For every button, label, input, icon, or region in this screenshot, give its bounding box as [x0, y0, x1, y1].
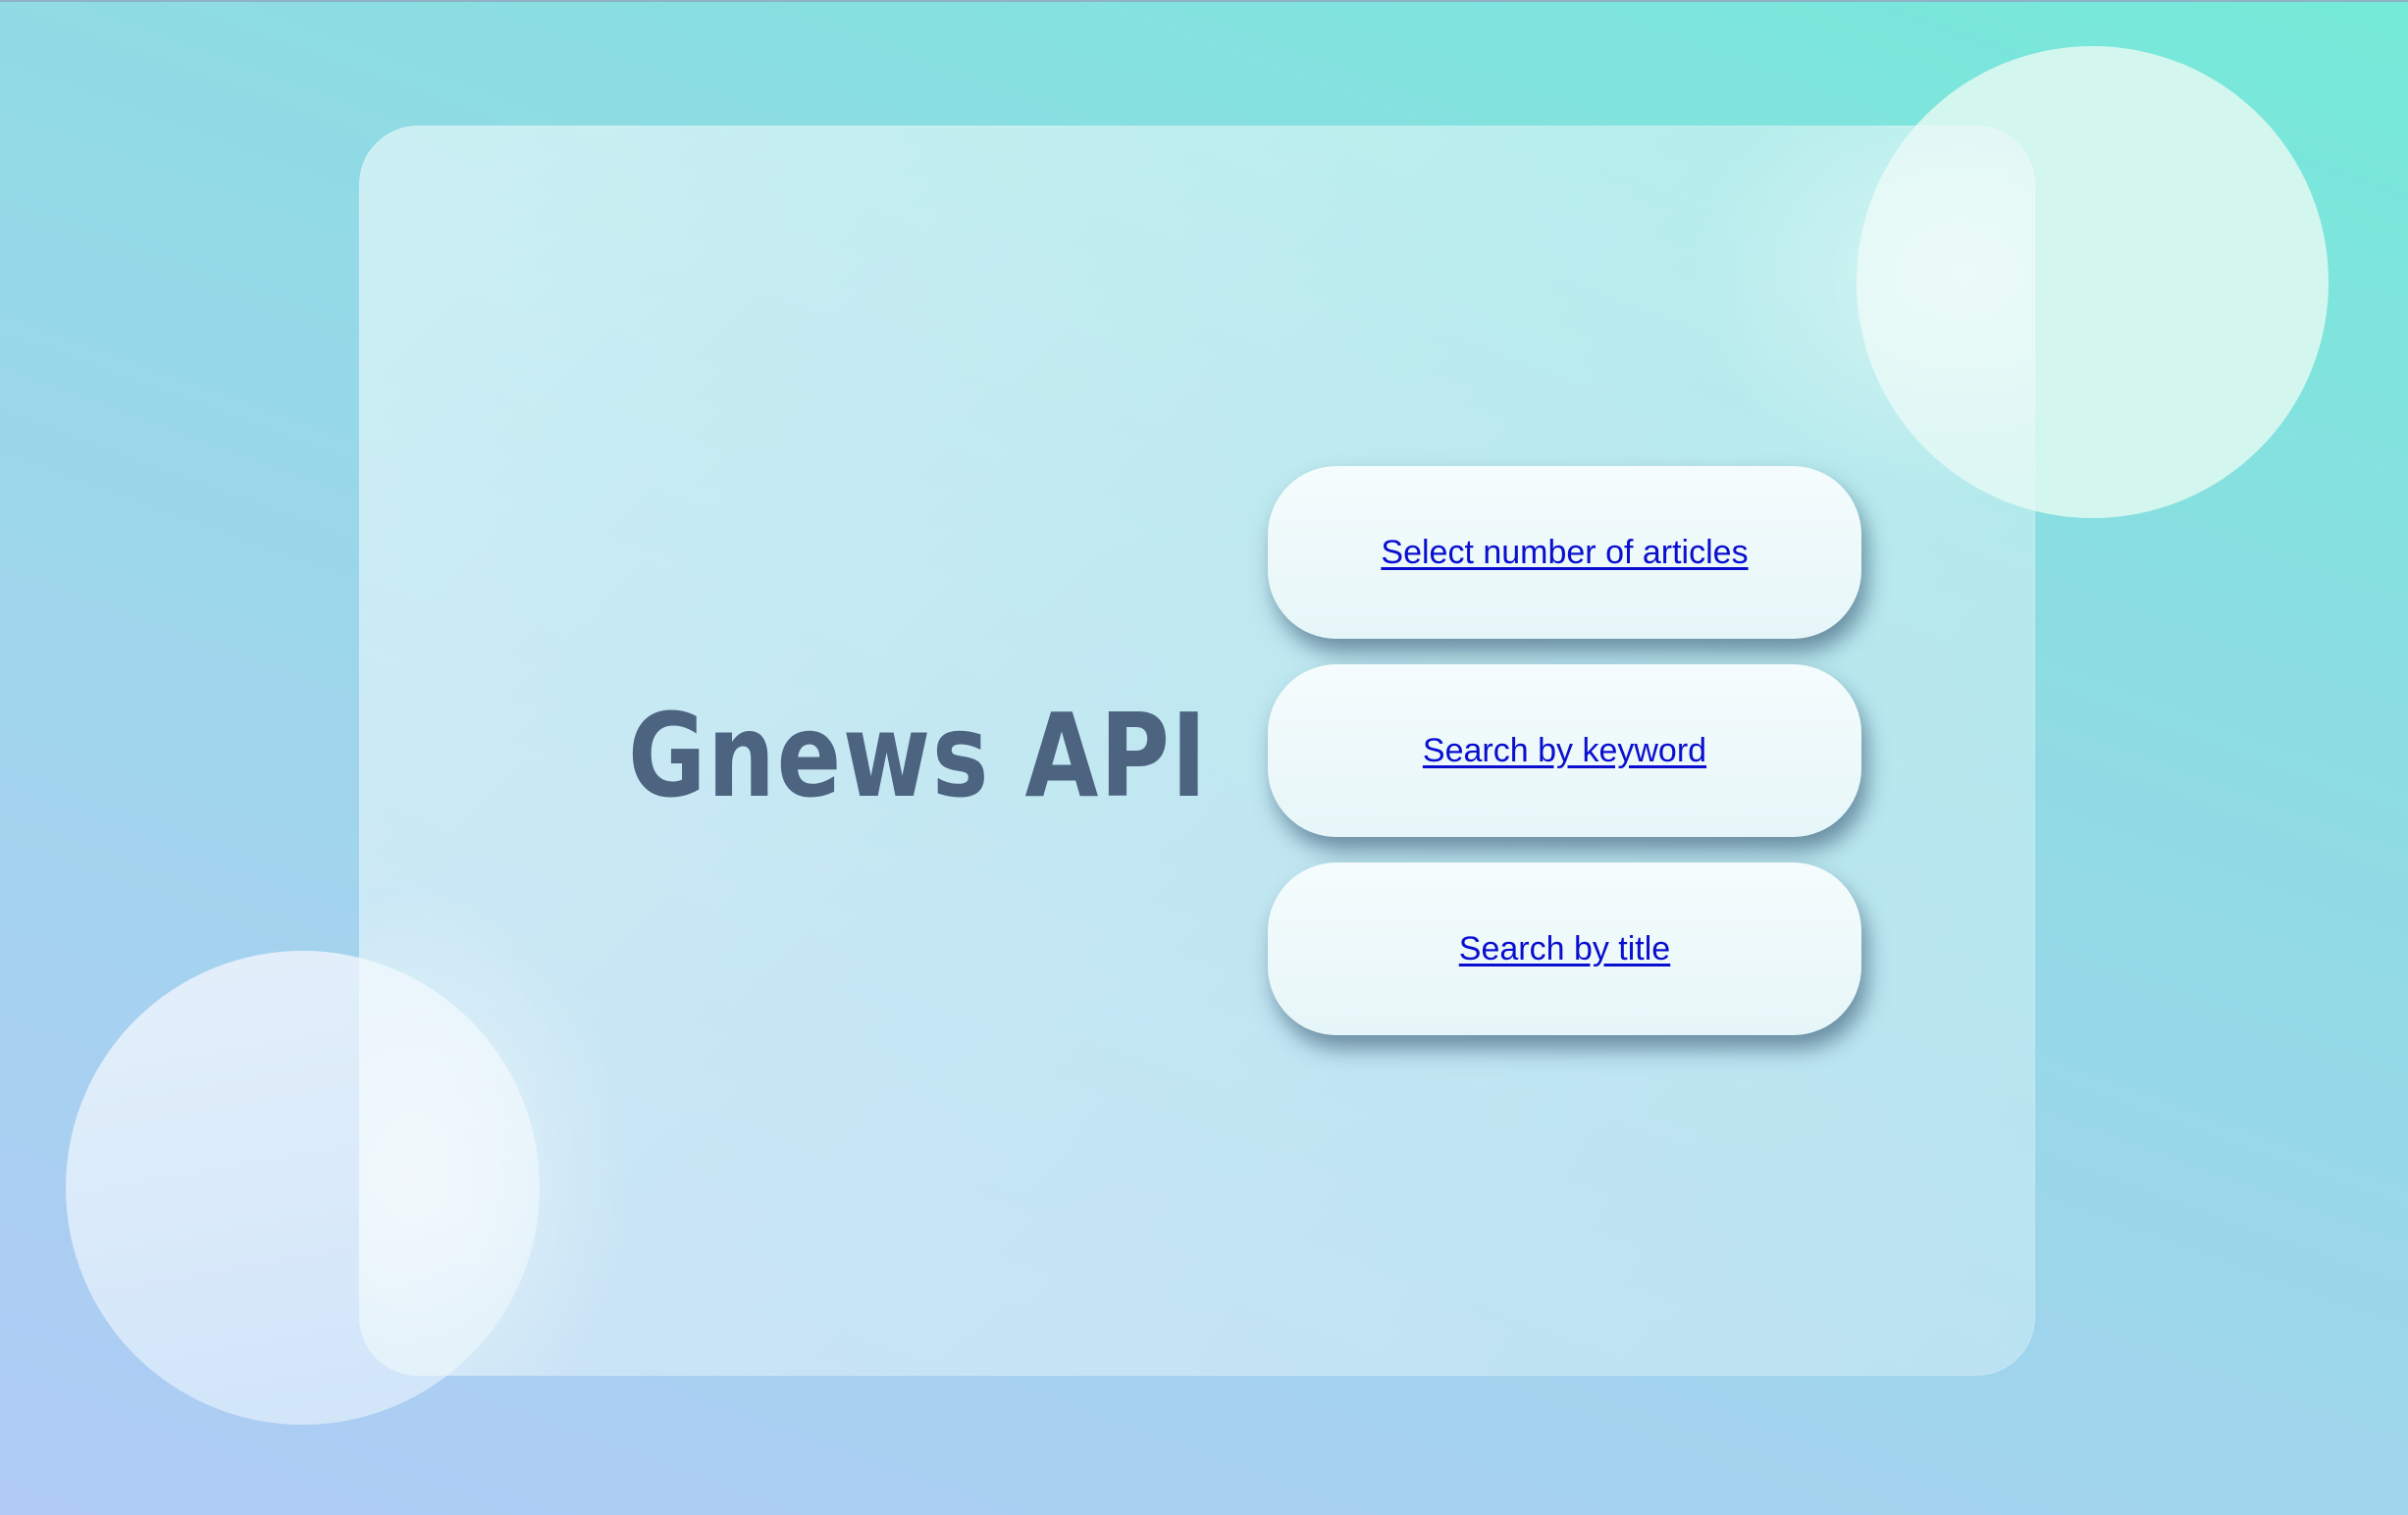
- search-keyword-button[interactable]: Search by keyword: [1268, 664, 1861, 837]
- select-articles-link[interactable]: Select number of articles: [1381, 534, 1748, 572]
- page-title: Gnews API: [628, 688, 1209, 823]
- search-title-link[interactable]: Search by title: [1459, 930, 1670, 968]
- card-glow-left: [359, 885, 634, 1376]
- top-border-line: [0, 0, 2408, 2]
- search-keyword-link[interactable]: Search by keyword: [1423, 732, 1706, 770]
- search-title-button[interactable]: Search by title: [1268, 862, 1861, 1035]
- card-glow-right: [1682, 126, 2035, 498]
- select-articles-button[interactable]: Select number of articles: [1268, 466, 1861, 639]
